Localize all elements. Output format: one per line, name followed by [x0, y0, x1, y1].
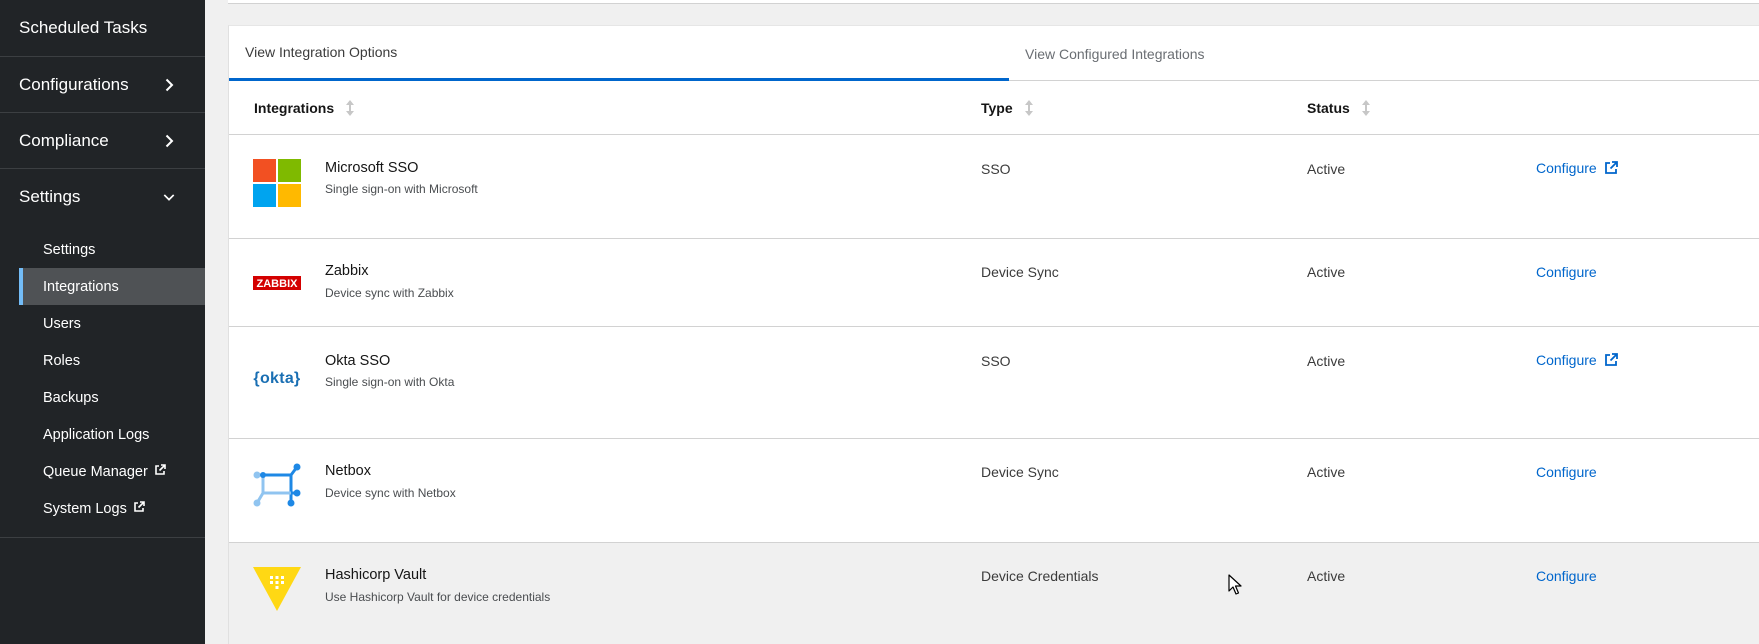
configure-link[interactable]: Configure: [1536, 464, 1597, 480]
zabbix-logo-text: ZABBIX: [257, 278, 299, 290]
microsoft-logo: [253, 159, 301, 207]
configure-link-label: Configure: [1536, 464, 1597, 480]
nav-configurations[interactable]: Configurations: [0, 57, 205, 113]
integration-description: Use Hashicorp Vault for device credentia…: [325, 590, 551, 604]
mouse-cursor-icon: [1228, 574, 1242, 601]
integration-description: Device sync with Netbox: [325, 486, 456, 500]
chevron-right-icon: [163, 78, 175, 91]
nav-scheduled-tasks[interactable]: Scheduled Tasks: [0, 0, 205, 57]
sidebar-item-label: Settings: [43, 241, 96, 258]
tab-label: View Configured Integrations: [1025, 45, 1205, 62]
table-row: {okta} Okta SSO Single sign-on with Okta…: [229, 327, 1759, 439]
configure-link-label: Configure: [1536, 160, 1597, 176]
configure-link[interactable]: Configure: [1536, 352, 1618, 368]
configure-link[interactable]: Configure: [1536, 264, 1597, 280]
integration-type: SSO: [981, 353, 1011, 369]
sidebar-item-label: Application Logs: [43, 426, 150, 443]
integration-status: Active: [1307, 464, 1346, 480]
netbox-logo: [253, 463, 301, 511]
sort-icon: [346, 100, 355, 116]
nav-settings[interactable]: Settings: [0, 169, 205, 225]
integration-status: Active: [1307, 264, 1346, 280]
zabbix-logo: ZABBIX: [253, 259, 301, 307]
integration-status: Active: [1307, 161, 1346, 177]
integration-description: Single sign-on with Okta: [325, 375, 455, 389]
column-header-integrations[interactable]: Integrations: [254, 81, 355, 135]
sidebar-item-roles[interactable]: Roles: [19, 342, 205, 379]
tab-view-integration-options[interactable]: View Integration Options: [229, 26, 1009, 81]
table-row: Netbox Device sync with Netbox Device Sy…: [229, 439, 1759, 543]
sidebar-item-label: Integrations: [43, 278, 119, 295]
configure-link-label: Configure: [1536, 264, 1597, 280]
table-row: ZABBIX Zabbix Device sync with Zabbix De…: [229, 239, 1759, 327]
external-link-icon: [1604, 161, 1618, 174]
table-row: Hashicorp Vault Use Hashicorp Vault for …: [229, 543, 1759, 644]
sidebar-item-label: Backups: [43, 389, 99, 406]
column-header-label: Type: [981, 100, 1013, 116]
integration-name: Netbox: [325, 463, 371, 479]
sidebar-item-application-logs[interactable]: Application Logs: [19, 416, 205, 453]
column-header-type[interactable]: Type: [981, 81, 1033, 135]
configure-link-label: Configure: [1536, 352, 1597, 368]
table-header: Integrations Type Status: [229, 81, 1759, 135]
sidebar-item-label: Roles: [43, 352, 81, 369]
integration-type: Device Sync: [981, 464, 1059, 480]
configure-link-label: Configure: [1536, 568, 1597, 584]
integration-status: Active: [1307, 568, 1346, 584]
configure-link[interactable]: Configure: [1536, 160, 1618, 176]
sort-icon: [1361, 100, 1370, 116]
hashicorp-vault-logo: [253, 565, 301, 613]
sidebar-item-system-logs[interactable]: System Logs: [19, 490, 205, 527]
column-header-label: Integrations: [254, 100, 335, 116]
chevron-down-icon: [163, 191, 175, 203]
integration-type: Device Sync: [981, 264, 1059, 280]
integration-status: Active: [1307, 353, 1346, 369]
sidebar-item-settings[interactable]: Settings: [19, 231, 205, 268]
nav-compliance-label: Compliance: [19, 130, 109, 150]
nav-scheduled-tasks-label: Scheduled Tasks: [19, 18, 148, 37]
integration-type: SSO: [981, 161, 1011, 177]
integration-type: Device Credentials: [981, 568, 1099, 584]
sidebar-item-users[interactable]: Users: [19, 305, 205, 342]
sort-icon: [1024, 100, 1033, 116]
tab-bar: View Integration Options View Configured…: [229, 26, 1759, 81]
nav-configurations-label: Configurations: [19, 74, 129, 94]
configure-link[interactable]: Configure: [1536, 568, 1597, 584]
integration-name: Hashicorp Vault: [325, 567, 427, 583]
external-link-icon: [154, 463, 166, 480]
sidebar-item-integrations[interactable]: Integrations: [19, 268, 205, 305]
column-header-status[interactable]: Status: [1307, 81, 1370, 135]
sidebar-item-backups[interactable]: Backups: [19, 379, 205, 416]
column-header-label: Status: [1307, 100, 1350, 116]
sidebar-item-label: System Logs: [43, 500, 127, 517]
okta-logo-text: {okta}: [253, 370, 301, 387]
integration-name: Microsoft SSO: [325, 160, 419, 176]
integration-description: Device sync with Zabbix: [325, 286, 454, 300]
integration-name: Zabbix: [325, 263, 369, 279]
sidebar-item-label: Users: [43, 315, 81, 332]
integration-description: Single sign-on with Microsoft: [325, 182, 478, 196]
tab-label: View Integration Options: [245, 44, 398, 60]
top-strip: [228, 0, 1759, 4]
external-link-icon: [133, 500, 145, 517]
tab-view-configured-integrations[interactable]: View Configured Integrations: [1009, 26, 1205, 81]
integrations-panel: View Integration Options View Configured…: [228, 25, 1759, 644]
chevron-right-icon: [163, 134, 175, 147]
sidebar-item-label: Queue Manager: [43, 463, 148, 480]
integration-name: Okta SSO: [325, 353, 391, 369]
sidebar: Scheduled Tasks Configurations Complianc…: [0, 0, 205, 644]
nav-settings-label: Settings: [19, 187, 81, 206]
external-link-icon: [1604, 353, 1618, 366]
settings-subnav: Settings Integrations Users Roles Backup…: [0, 225, 205, 538]
sidebar-item-queue-manager[interactable]: Queue Manager: [19, 453, 205, 490]
nav-compliance[interactable]: Compliance: [0, 113, 205, 169]
okta-logo: {okta}: [253, 355, 301, 403]
table-row: Microsoft SSO Single sign-on with Micros…: [229, 135, 1759, 239]
